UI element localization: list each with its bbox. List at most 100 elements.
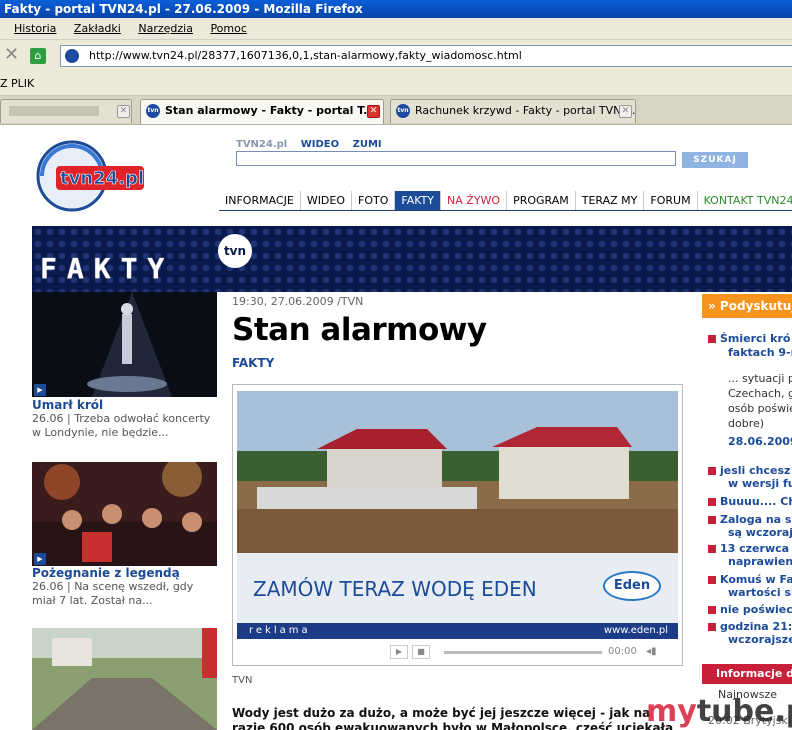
bookmarks-toolbar: Z PLIK xyxy=(0,72,792,96)
toplink-tvn24[interactable]: TVN24.pl xyxy=(236,139,287,150)
left-story-title[interactable]: Pożegnanie z legendą xyxy=(32,566,217,580)
tab-close-icon[interactable]: ✕ xyxy=(117,105,130,118)
article-lead: Wody jest dużo za dużo, a może być jej j… xyxy=(232,706,674,730)
tab-label: Stan alarmowy - Fakty - portal T... xyxy=(165,104,376,117)
informacje-header[interactable]: Informacje d xyxy=(702,664,792,684)
article-section[interactable]: FAKTY xyxy=(232,356,274,370)
discussion-item[interactable]: Buuuu.... Ch xyxy=(708,495,792,508)
discussion-title[interactable]: Śmierci kró xyxy=(720,332,790,345)
tvn24-logo[interactable]: tvn24.pl xyxy=(34,136,146,214)
nav-wideo[interactable]: WIDEO xyxy=(301,191,353,210)
tab-label: Rachunek krzywd - Fakty - portal TVN2... xyxy=(415,104,636,117)
discussion-first-line2[interactable]: faktach 9-n xyxy=(728,346,792,359)
discussion-item-line2[interactable]: wartości się xyxy=(728,586,792,599)
tab-close-icon[interactable]: ✕ xyxy=(367,105,380,118)
window-titlebar: Fakty - portal TVN24.pl - 27.06.2009 - M… xyxy=(0,0,792,18)
discussion-item[interactable]: jesli chcesz xyxy=(708,464,792,477)
tab-bar: ✕ tvn Stan alarmowy - Fakty - portal T..… xyxy=(0,96,792,124)
menu-zakladki[interactable]: Zakładki xyxy=(74,18,121,40)
podyskutuj-header[interactable]: » Podyskutuj xyxy=(702,294,792,318)
logo-text: tvn24.pl xyxy=(60,168,144,189)
discussion-item-line2[interactable]: naprawienia xyxy=(728,555,792,568)
left-story-date: 26.06 xyxy=(32,412,64,425)
umarl-krol-thumbnail[interactable] xyxy=(32,292,217,397)
menu-bar: Historia Zakładki Narzędzia Pomoc xyxy=(0,18,792,40)
left-story-date: 26.06 xyxy=(32,580,64,593)
discussion-item[interactable]: godzina 21: xyxy=(708,620,792,633)
tab-close-icon[interactable]: ✕ xyxy=(619,105,632,118)
play-icon[interactable]: ▶ xyxy=(34,553,46,565)
nav-program[interactable]: PROGRAM xyxy=(507,191,576,210)
bullet-icon xyxy=(708,545,716,553)
discussion-item[interactable]: Komuś w Fa xyxy=(708,573,792,586)
toplink-zumi[interactable]: ZUMI xyxy=(353,139,382,150)
tab-stan-alarmowy[interactable]: tvn Stan alarmowy - Fakty - portal T... … xyxy=(140,99,384,124)
browser-window: { "window": {"title": "Fakty - portal TV… xyxy=(0,0,792,730)
tvn-logo: tvn xyxy=(218,234,252,268)
toplink-wideo[interactable]: WIDEO xyxy=(301,139,339,150)
video-time: 00:00 xyxy=(608,646,637,657)
home-icon[interactable]: ⌂ xyxy=(30,48,46,64)
discussion-item[interactable]: 13 czerwca xyxy=(708,542,792,555)
bullet-icon xyxy=(708,335,716,343)
left-story-title[interactable]: Umarł król xyxy=(32,398,217,412)
tvn-favicon-icon: tvn xyxy=(146,104,160,118)
nav-kontakt[interactable]: KONTAKT TVN24 xyxy=(698,191,792,210)
ad-headline: ZAMÓW TERAZ WODĘ EDEN xyxy=(253,577,537,601)
menu-narzedzia[interactable]: Narzędzia xyxy=(138,18,193,40)
discussion-item-line2[interactable]: w wersji full xyxy=(728,477,792,490)
top-links: TVN24.pl WIDEO ZUMI xyxy=(236,139,392,150)
flood-scene-image xyxy=(237,391,678,553)
discussion-first[interactable]: Śmierci kró xyxy=(708,332,792,345)
nav-fakty[interactable]: FAKTY xyxy=(395,191,442,210)
bullet-icon xyxy=(708,516,716,524)
search-button[interactable]: SZUKAJ xyxy=(682,152,748,168)
tab-rachunek-krzywd[interactable]: tvn Rachunek krzywd - Fakty - portal TVN… xyxy=(390,99,636,123)
discussion-title-2[interactable]: faktach 9-n xyxy=(728,346,792,359)
discussion-item[interactable]: nie poświec xyxy=(708,603,792,616)
play-button[interactable]: ▶ xyxy=(390,645,408,659)
article-meta: 19:30, 27.06.2009 /TVN xyxy=(232,295,364,308)
bullet-icon xyxy=(708,498,716,506)
excerpt-line: ... sytuacji p xyxy=(728,372,792,385)
fakty-banner-text: FAKTY xyxy=(40,252,175,285)
url-text: http://www.tvn24.pl/28377,1607136,0,1,st… xyxy=(89,49,522,62)
nav-informacje[interactable]: INFORMACJE xyxy=(219,191,301,210)
eden-logo: Eden xyxy=(603,571,661,601)
left-story-1[interactable]: Umarł król 26.06 | Trzeba odwołać koncer… xyxy=(32,398,217,440)
volume-icon[interactable]: ◂▮ xyxy=(646,646,657,657)
excerpt-line: Czechach, g xyxy=(728,387,792,400)
excerpt-line: osób poświę xyxy=(728,402,792,415)
menu-pomoc[interactable]: Pomoc xyxy=(210,18,246,40)
nav-teraz-my[interactable]: TERAZ MY xyxy=(576,191,645,210)
video-source: TVN xyxy=(232,675,253,686)
search-input[interactable] xyxy=(236,151,676,166)
discussion-item-line2[interactable]: wczorajsze xyxy=(728,633,792,646)
discussion-item-line2[interactable]: są wczorajs xyxy=(728,526,792,539)
progress-slider[interactable] xyxy=(444,651,602,654)
window-title: Fakty - portal TVN24.pl - 27.06.2009 - M… xyxy=(4,2,363,16)
discussion-date: 28.06.2009 xyxy=(728,435,792,448)
bookmark-item[interactable]: Z PLIK xyxy=(0,77,34,90)
video-controls: ▶ ■ 00:00 ◂▮ xyxy=(390,645,680,661)
tab-blurred-label xyxy=(9,106,99,116)
nav-na-zywo[interactable]: NA ŻYWO xyxy=(441,191,508,210)
bullet-icon xyxy=(708,576,716,584)
video-player[interactable]: ZAMÓW TERAZ WODĘ EDEN Eden reklama www.e… xyxy=(232,384,683,666)
nav-foto[interactable]: FOTO xyxy=(352,191,396,210)
left-story-2[interactable]: Pożegnanie z legendą 26.06 | Na scenę ws… xyxy=(32,566,217,608)
discussion-item[interactable]: Zaloga na s xyxy=(708,513,792,526)
stop-icon[interactable]: ✕ xyxy=(4,46,19,64)
nav-forum[interactable]: FORUM xyxy=(644,191,698,210)
play-icon[interactable]: ▶ xyxy=(34,384,46,396)
flood-damage-thumbnail[interactable] xyxy=(32,628,217,730)
url-input[interactable]: http://www.tvn24.pl/28377,1607136,0,1,st… xyxy=(60,45,792,67)
eden-ad[interactable]: ZAMÓW TERAZ WODĘ EDEN Eden xyxy=(237,553,678,623)
pozegnanie-thumbnail[interactable] xyxy=(32,462,217,566)
stop-button[interactable]: ■ xyxy=(412,645,430,659)
tab-blurred[interactable]: ✕ xyxy=(0,99,132,123)
bullet-icon xyxy=(708,467,716,475)
ad-footer: reklama www.eden.pl xyxy=(237,623,678,639)
ad-url: www.eden.pl xyxy=(603,625,668,636)
menu-historia[interactable]: Historia xyxy=(14,18,56,40)
